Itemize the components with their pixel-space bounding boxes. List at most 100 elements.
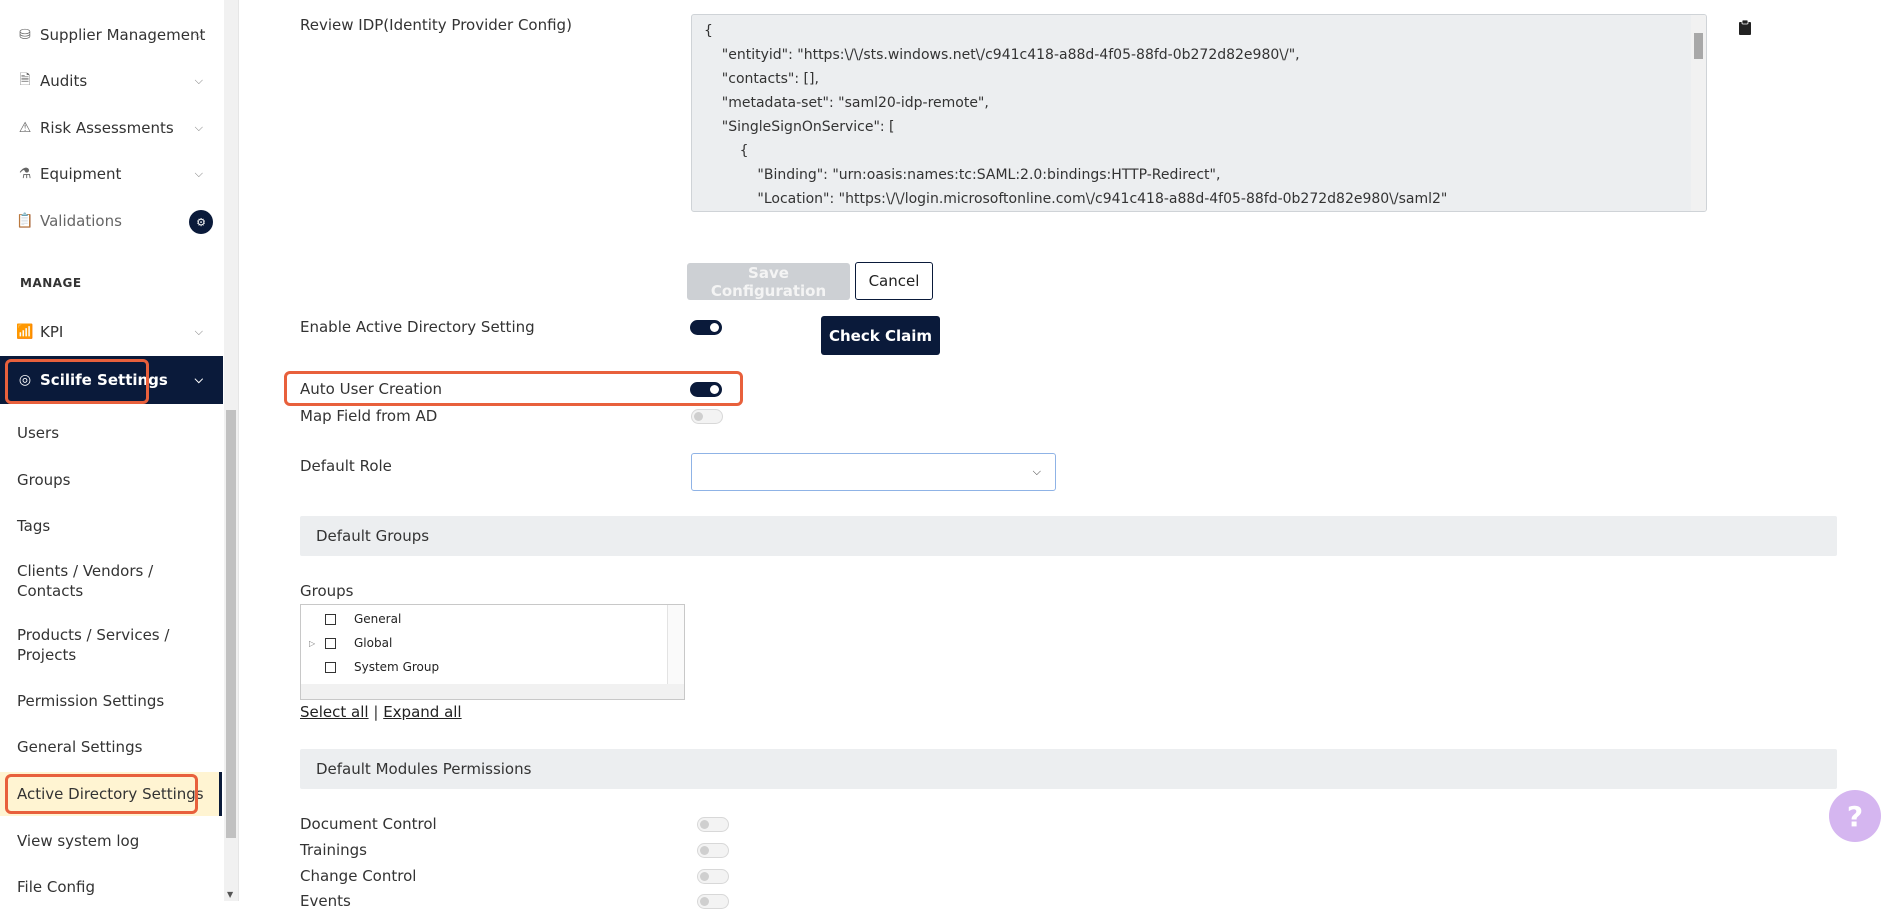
section-title: Default Groups — [316, 527, 430, 545]
code-line: "entityid": "https:\/\/sts.windows.net\/… — [704, 47, 1300, 63]
sidebar-item-audits[interactable]: 🗎 Audits ⌵ — [0, 61, 223, 101]
tree-actions: Select all | Expand all — [300, 703, 462, 721]
check-claim-button[interactable]: Check Claim — [821, 316, 940, 355]
sidebar-item-label: Equipment — [40, 165, 122, 183]
module-trainings-label: Trainings — [300, 841, 368, 859]
idp-config-textarea[interactable]: { "entityid": "https:\/\/sts.windows.net… — [691, 14, 1707, 212]
warning-icon: ⚠ — [18, 120, 32, 136]
tree-item-system-group[interactable]: System Group — [325, 657, 439, 677]
sidebar-sub-active-directory-settings[interactable]: Active Directory Settings — [17, 784, 217, 804]
tree-item-label: General — [354, 612, 402, 626]
module-document-control-toggle[interactable] — [697, 817, 729, 832]
sidebar-sub-general-settings[interactable]: General Settings — [17, 737, 217, 757]
clipboard-icon: 📋 — [16, 213, 34, 229]
separator: | — [373, 703, 379, 721]
review-idp-label: Review IDP(Identity Provider Config) — [300, 16, 572, 34]
tree-item-label: Global — [354, 636, 393, 650]
sidebar-item-label: Supplier Management — [40, 26, 206, 44]
chevron-down-icon: ⌵ — [194, 121, 203, 134]
chevron-down-icon: ⌵ — [194, 28, 203, 41]
sidebar-sub-tags[interactable]: Tags — [17, 516, 217, 536]
checkbox[interactable] — [325, 637, 336, 649]
sidebar-sub-permission-settings[interactable]: Permission Settings — [17, 691, 217, 711]
tree-item-general[interactable]: General — [325, 609, 401, 629]
sidebar-sub-products[interactable]: Products / Services / Projects — [17, 625, 187, 665]
lock-badge-icon: ⚙ — [189, 210, 213, 234]
module-events-toggle[interactable] — [697, 894, 729, 909]
tree-horizontal-scrollbar[interactable] — [301, 684, 684, 699]
module-change-control-toggle[interactable] — [697, 869, 729, 884]
tree-item-global[interactable]: ▷ Global — [309, 633, 393, 653]
sidebar-scrollbar-thumb[interactable] — [226, 410, 236, 838]
default-role-select[interactable]: ⌵ — [691, 453, 1056, 491]
sidebar-item-kpi[interactable]: 📶 KPI ⌵ — [0, 312, 223, 352]
module-events-label: Events — [300, 892, 351, 910]
code-line: "Location": "https:\/\/login.microsofton… — [704, 191, 1448, 207]
chart-icon: 📶 — [16, 324, 34, 340]
expand-arrow-icon[interactable]: ▷ — [309, 639, 315, 648]
sidebar-item-label: Validations — [40, 212, 122, 230]
chevron-down-icon: ⌵ — [194, 373, 203, 386]
sidebar-item-label: Scilife Settings — [40, 371, 168, 389]
sidebar-item-label: KPI — [40, 323, 64, 341]
scroll-down-icon[interactable]: ▼ — [227, 890, 233, 899]
sidebar-sub-groups[interactable]: Groups — [17, 470, 217, 490]
help-button[interactable]: ? — [1829, 790, 1881, 842]
sidebar: ⛁ Supplier Management ⌵ 🗎 Audits ⌵ ⚠ Ris… — [0, 0, 239, 901]
chevron-down-icon: ⌵ — [194, 74, 203, 87]
save-configuration-button[interactable]: Save Configuration — [687, 263, 850, 300]
sidebar-item-scilife-settings[interactable]: ◎ Scilife Settings ⌵ — [0, 356, 223, 404]
sidebar-item-validations[interactable]: 📋 Validations ⚙ — [0, 201, 223, 241]
enable-ad-toggle[interactable] — [690, 320, 722, 335]
code-line: "SingleSignOnService": [ — [704, 119, 895, 135]
sidebar-sub-file-config[interactable]: File Config — [17, 877, 217, 897]
copy-clipboard-icon[interactable] — [1739, 20, 1751, 35]
checkbox[interactable] — [325, 661, 336, 673]
section-label-manage: MANAGE — [20, 276, 82, 290]
expand-all-link[interactable]: Expand all — [383, 703, 461, 721]
sidebar-sub-users[interactable]: Users — [17, 423, 217, 443]
code-line: "contacts": [], — [704, 71, 819, 87]
module-change-control-label: Change Control — [300, 867, 417, 885]
map-field-label: Map Field from AD — [300, 407, 438, 425]
flask-icon: ⚗ — [18, 166, 32, 182]
default-groups-header: Default Groups — [300, 516, 1837, 556]
sidebar-sub-clients[interactable]: Clients / Vendors / Contacts — [17, 561, 167, 601]
chevron-down-icon: ⌵ — [194, 325, 203, 338]
section-title: Default Modules Permissions — [316, 760, 532, 778]
code-line: "metadata-set": "saml20-idp-remote", — [704, 95, 989, 111]
chevron-down-icon: ⌵ — [194, 167, 203, 180]
sidebar-item-label: Risk Assessments — [40, 119, 174, 137]
sidebar-item-equipment[interactable]: ⚗ Equipment ⌵ — [0, 154, 223, 194]
tree-vertical-scrollbar[interactable] — [667, 605, 684, 685]
supplier-icon: ⛁ — [19, 27, 31, 43]
module-document-control-label: Document Control — [300, 815, 437, 833]
code-line: "Binding": "urn:oasis:names:tc:SAML:2.0:… — [704, 167, 1221, 183]
sidebar-item-risk-assessments[interactable]: ⚠ Risk Assessments ⌵ — [0, 108, 223, 148]
chevron-down-icon: ⌵ — [1032, 465, 1041, 478]
groups-tree: General ▷ Global System Group — [300, 604, 685, 700]
default-role-label: Default Role — [300, 457, 392, 475]
tree-item-label: System Group — [354, 660, 440, 674]
code-line: { — [704, 143, 749, 159]
textarea-scrollbar[interactable] — [1691, 15, 1706, 211]
checkbox[interactable] — [325, 613, 336, 625]
map-field-toggle[interactable] — [691, 409, 723, 424]
cancel-button[interactable]: Cancel — [855, 262, 933, 300]
textarea-scrollbar-thumb[interactable] — [1694, 33, 1703, 59]
audit-icon: 🗎 — [19, 72, 31, 88]
sidebar-item-label: Audits — [40, 72, 88, 90]
sidebar-sub-view-system-log[interactable]: View system log — [17, 831, 217, 851]
enable-ad-label: Enable Active Directory Setting — [300, 318, 535, 336]
sidebar-item-supplier-management[interactable]: ⛁ Supplier Management ⌵ — [0, 15, 223, 55]
auto-user-creation-label: Auto User Creation — [300, 380, 443, 398]
select-all-link[interactable]: Select all — [300, 703, 369, 721]
default-modules-header: Default Modules Permissions — [300, 749, 1837, 789]
auto-user-creation-toggle[interactable] — [690, 382, 722, 397]
gear-icon: ◎ — [18, 372, 32, 388]
code-line: { — [704, 23, 713, 39]
sidebar-scrollbar[interactable]: ▼ — [224, 0, 238, 901]
groups-label: Groups — [300, 582, 354, 600]
module-trainings-toggle[interactable] — [697, 843, 729, 858]
sidebar-scroll-area: ⛁ Supplier Management ⌵ 🗎 Audits ⌵ ⚠ Ris… — [0, 0, 223, 901]
